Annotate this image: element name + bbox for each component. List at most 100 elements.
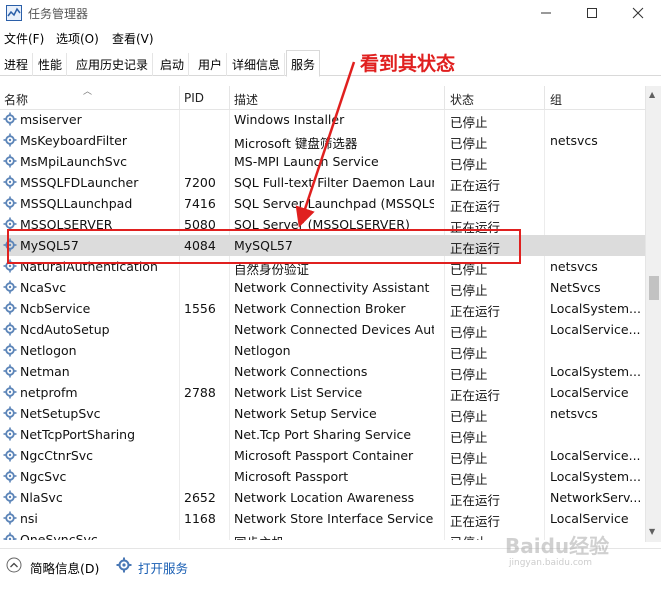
service-name: MSSQLSERVER [20,217,113,232]
table-row[interactable]: MSSQLFDLauncher 7200 SQL Full-text Filter … [0,172,645,193]
column-pid[interactable]: PID [184,91,204,105]
service-description: Netlogon [234,343,291,358]
scroll-down-icon[interactable]: ▼ [649,527,655,536]
table-row[interactable]: MSSQLLaunchpad 7416 SQL Server Launchpad (… [0,193,645,214]
table-row[interactable]: NlaSvc 2652 Network Location Awareness 正在运行… [0,487,645,508]
service-status: 正在运行 [450,241,501,256]
tab-processes[interactable]: 进程 [0,53,34,76]
tab-app-history[interactable]: 应用历史记录 [72,53,154,76]
service-status: 已停止 [450,367,488,382]
service-gear-icon [3,196,17,210]
service-name: NetSetupSvc [20,406,101,421]
service-name: NgcCtnrSvc [20,448,94,463]
maximize-button[interactable] [569,0,615,26]
table-row[interactable]: NgcCtnrSvc Microsoft Passport Container 已停… [0,445,645,466]
service-group: netsvcs [550,133,598,148]
service-group: NetSvcs [550,280,601,295]
service-name: MSSQLFDLauncher [20,175,139,190]
menu-bar: 文件(F) 选项(O) 查看(V) [0,28,661,48]
column-status[interactable]: 状态 [450,91,474,108]
service-gear-icon [3,259,17,273]
table-row[interactable]: MsKeyboardFilter Microsoft 键盘筛选器 已停止 netsvc… [0,130,645,151]
table-row[interactable]: NetTcpPortSharing Net.Tcp Port Sharing Se… [0,424,645,445]
service-description: MS-MPI Launch Service [234,154,379,169]
service-name: NetTcpPortSharing [20,427,136,442]
table-row[interactable]: NetSetupSvc Network Setup Service 已停止 netsv… [0,403,645,424]
tab-users[interactable]: 用户 [194,53,228,76]
service-group: netsvcs [550,406,598,421]
services-gear-icon [116,557,132,573]
service-gear-icon [3,406,17,420]
tab-startup[interactable]: 启动 [156,53,190,76]
service-description: SQL Server Launchpad (MSSQLS... [234,196,434,211]
tab-details[interactable]: 详细信息 [228,53,286,76]
service-name: MySQL57 [20,238,79,253]
table-row[interactable]: Netlogon Netlogon 已停止 [0,340,645,361]
service-description: Microsoft Passport Container [234,448,414,463]
service-description: SQL Full-text Filter Daemon Laun... [234,175,434,190]
table-row[interactable]: NcdAutoSetup Network Connected Devices Au… [0,319,645,340]
service-group: netsvcs [550,259,598,274]
window-title: 任务管理器 [28,7,89,21]
service-group: LocalService [550,511,629,526]
service-status: 正在运行 [450,493,501,508]
table-row[interactable]: OneSyncSvc 同步主机 已停止 [0,529,645,540]
menu-options[interactable]: 选项(O) [56,30,99,47]
service-name: NlaSvc [20,490,63,505]
service-description: 同步主机 [234,532,434,540]
service-group: LocalSystem... [550,364,641,379]
table-row[interactable]: msiserver Windows Installer 已停止 [0,110,645,130]
service-status: 正在运行 [450,220,501,235]
open-services-link[interactable]: 打开服务 [138,558,188,577]
tab-services[interactable]: 服务 [286,50,321,77]
table-row[interactable]: NgcSvc Microsoft Passport 已停止 LocalSystem..… [0,466,645,487]
table-row[interactable]: NcaSvc Network Connectivity Assistant 已停止 N… [0,277,645,298]
tab-performance[interactable]: 性能 [34,53,68,76]
service-status: 已停止 [450,262,488,277]
service-pid: 5080 [184,217,216,232]
column-group[interactable]: 组 [550,91,562,108]
table-row[interactable]: nsi 1168 Network Store Interface Service 正在… [0,508,645,529]
service-gear-icon [3,133,17,147]
service-status: 已停止 [450,325,488,340]
table-row[interactable]: NcbService 1556 Network Connection Broker 正… [0,298,645,319]
service-status: 已停止 [450,283,488,298]
service-name: NcaSvc [20,280,67,295]
service-description: Network Setup Service [234,406,377,421]
sort-ascending-icon: ︿ [83,87,93,97]
table-row[interactable]: MSSQLSERVER 5080 SQL Server (MSSQLSERVER) 正… [0,214,645,235]
service-gear-icon [3,154,17,168]
table-row[interactable]: Netman Network Connections 已停止 LocalSystem.… [0,361,645,382]
service-gear-icon [3,469,17,483]
column-description[interactable]: 描述 [234,91,258,108]
task-manager-icon [6,5,22,21]
service-name: MsMpiLaunchSvc [20,154,127,169]
menu-file[interactable]: 文件(F) [4,30,44,47]
menu-view[interactable]: 查看(V) [112,30,154,47]
service-status: 已停止 [450,451,488,466]
service-status: 正在运行 [450,388,501,403]
minimize-button[interactable] [523,0,569,26]
table-row[interactable]: NaturalAuthentication 自然身份验证 已停止 netsvcs [0,256,645,277]
service-gear-icon [3,112,17,126]
scroll-thumb[interactable] [649,276,659,300]
service-status: 已停止 [450,532,540,540]
service-pid: 1556 [184,301,216,316]
service-name: Netlogon [20,343,77,358]
table-row[interactable]: netprofm 2788 Network List Service 正在运行 Loca… [0,382,645,403]
table-row[interactable]: MySQL57 4084 MySQL57 正在运行 [0,235,645,256]
service-gear-icon [3,301,17,315]
service-status: 正在运行 [450,514,501,529]
service-description: Windows Installer [234,112,345,127]
service-description: Microsoft 键盘筛选器 [234,136,358,151]
table-row[interactable]: MsMpiLaunchSvc MS-MPI Launch Service 已停止 [0,151,645,172]
service-status: 已停止 [450,115,488,130]
close-button[interactable] [615,0,661,26]
column-name[interactable]: 名称 [4,91,28,108]
scroll-up-icon[interactable]: ▲ [649,90,655,99]
vertical-scrollbar[interactable]: ▲ ▼ [645,86,661,542]
service-pid: 7200 [184,175,216,190]
service-status: 已停止 [450,157,488,172]
fewer-details-button[interactable]: 简略信息(D) [30,558,99,577]
chevron-up-icon[interactable] [6,557,22,573]
